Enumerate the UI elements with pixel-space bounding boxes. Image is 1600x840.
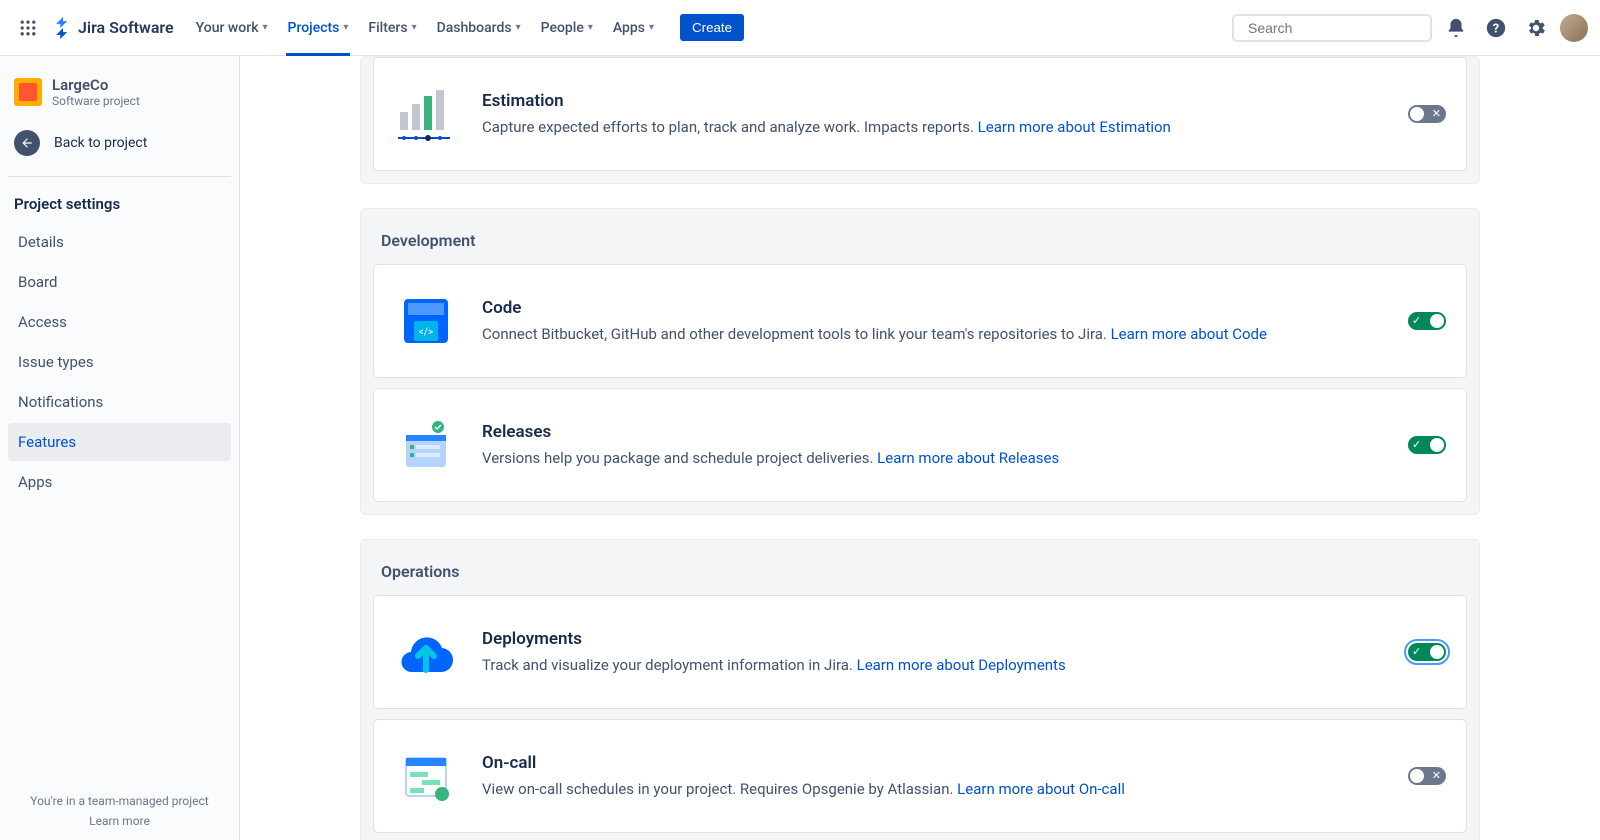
sidebar-item-issue-types[interactable]: Issue types (8, 343, 231, 381)
sidebar-item-apps[interactable]: Apps (8, 463, 231, 501)
nav-items: Your work▾Projects▾Filters▾Dashboards▾Pe… (186, 12, 664, 44)
back-label: Back to project (54, 135, 147, 151)
jira-logo[interactable]: Jira Software (52, 17, 174, 39)
card-title: Estimation (482, 91, 1384, 111)
sidebar-item-board[interactable]: Board (8, 263, 231, 301)
card-body: Code Connect Bitbucket, GitHub and other … (482, 298, 1384, 345)
nav-item-people[interactable]: People▾ (531, 12, 603, 44)
feature-card-releases: Releases Versions help you package and sc… (373, 388, 1467, 502)
feature-toggle[interactable]: ✓ (1408, 643, 1446, 661)
project-name: LargeCo (52, 76, 140, 94)
section-header: Development (373, 221, 1467, 264)
product-name: Jira Software (78, 18, 174, 37)
user-avatar[interactable] (1560, 14, 1588, 42)
app-switcher-icon[interactable] (12, 12, 44, 44)
code-icon: </> (394, 289, 458, 353)
card-title: Releases (482, 422, 1384, 442)
sidebar: LargeCo Software project Back to project… (0, 56, 240, 840)
top-nav-right: ? (1232, 12, 1588, 44)
top-nav-left: Jira Software Your work▾Projects▾Filters… (12, 12, 1228, 44)
section-header: Operations (373, 552, 1467, 595)
help-icon[interactable]: ? (1480, 12, 1512, 44)
search-input[interactable] (1248, 20, 1429, 36)
card-description: Connect Bitbucket, GitHub and other deve… (482, 324, 1384, 345)
sidebar-item-access[interactable]: Access (8, 303, 231, 341)
card-description: View on-call schedules in your project. … (482, 779, 1384, 800)
learn-more-link[interactable]: Learn more about Code (1111, 325, 1267, 343)
feature-section: Estimation Capture expected efforts to pl… (360, 56, 1480, 184)
feature-toggle[interactable]: ✓ (1408, 312, 1446, 330)
top-nav: Jira Software Your work▾Projects▾Filters… (0, 0, 1600, 56)
sidebar-footer: You're in a team-managed project Learn m… (8, 782, 231, 840)
card-body: Deployments Track and visualize your depl… (482, 629, 1384, 676)
estimation-icon (394, 82, 458, 146)
learn-more-link[interactable]: Learn more about Deployments (857, 656, 1066, 674)
create-button[interactable]: Create (680, 14, 744, 41)
sidebar-item-details[interactable]: Details (8, 223, 231, 261)
card-title: On-call (482, 753, 1384, 773)
oncall-icon (394, 744, 458, 808)
project-header[interactable]: LargeCo Software project (8, 76, 231, 120)
back-to-project[interactable]: Back to project (8, 120, 231, 166)
feature-section: Operations Deployments Track and visualize… (360, 539, 1480, 840)
layout: LargeCo Software project Back to project… (0, 56, 1600, 840)
card-title: Deployments (482, 629, 1384, 649)
card-body: On-call View on-call schedules in your pr… (482, 753, 1384, 800)
notifications-icon[interactable] (1440, 12, 1472, 44)
jira-logo-icon (52, 17, 74, 39)
footer-line: You're in a team-managed project (14, 794, 225, 808)
card-description: Versions help you package and schedule p… (482, 448, 1384, 469)
nav-item-apps[interactable]: Apps▾ (603, 12, 664, 44)
nav-item-filters[interactable]: Filters▾ (358, 12, 426, 44)
nav-item-your-work[interactable]: Your work▾ (186, 12, 278, 44)
svg-text:?: ? (1493, 21, 1499, 36)
card-body: Releases Versions help you package and sc… (482, 422, 1384, 469)
card-body: Estimation Capture expected efforts to pl… (482, 91, 1384, 138)
footer-learn-more[interactable]: Learn more (14, 814, 225, 828)
deployments-icon (394, 620, 458, 684)
learn-more-link[interactable]: Learn more about Estimation (978, 118, 1171, 136)
feature-card-on-call: On-call View on-call schedules in your pr… (373, 719, 1467, 833)
nav-item-dashboards[interactable]: Dashboards▾ (427, 12, 531, 44)
releases-icon (394, 413, 458, 477)
feature-card-code: </> Code Connect Bitbucket, GitHub and oth… (373, 264, 1467, 378)
learn-more-link[interactable]: Learn more about Releases (877, 449, 1059, 467)
card-title: Code (482, 298, 1384, 318)
feature-toggle[interactable]: ✓ (1408, 436, 1446, 454)
search-box[interactable] (1232, 14, 1432, 42)
feature-section: Development </> Code Connect Bitbucket, Git… (360, 208, 1480, 515)
project-type: Software project (52, 94, 140, 108)
sidebar-items: DetailsBoardAccessIssue typesNotificatio… (8, 221, 231, 503)
feature-card-deployments: Deployments Track and visualize your depl… (373, 595, 1467, 709)
feature-card-estimation: Estimation Capture expected efforts to pl… (373, 57, 1467, 171)
learn-more-link[interactable]: Learn more about On-call (957, 780, 1125, 798)
feature-toggle[interactable]: ✕ (1408, 105, 1446, 123)
settings-icon[interactable] (1520, 12, 1552, 44)
main-content[interactable]: Estimation Capture expected efforts to pl… (240, 56, 1600, 840)
sidebar-section-title: Project settings (8, 187, 231, 221)
project-icon (14, 78, 42, 106)
divider (8, 176, 231, 177)
back-arrow-icon (14, 130, 40, 156)
sidebar-item-notifications[interactable]: Notifications (8, 383, 231, 421)
card-description: Capture expected efforts to plan, track … (482, 117, 1384, 138)
svg-text:</>: </> (419, 327, 433, 338)
nav-item-projects[interactable]: Projects▾ (278, 12, 359, 44)
sidebar-item-features[interactable]: Features (8, 423, 231, 461)
card-description: Track and visualize your deployment info… (482, 655, 1384, 676)
feature-toggle[interactable]: ✕ (1408, 767, 1446, 785)
